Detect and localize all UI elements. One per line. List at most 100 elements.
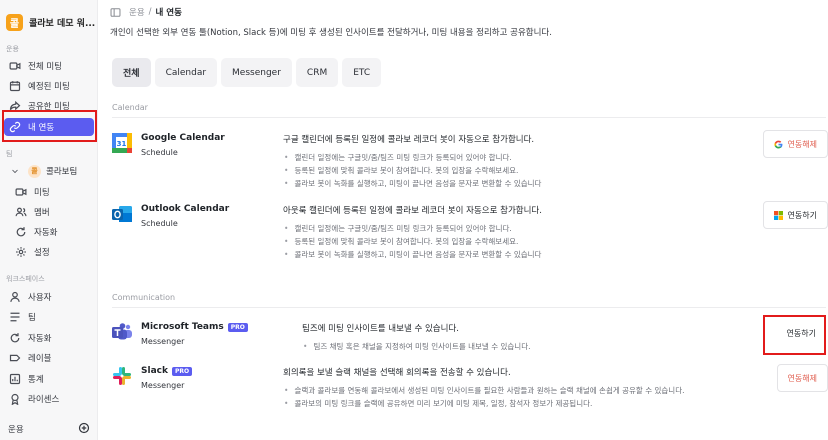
sidebar-item-all-meetings[interactable]: 전체 미팅 (4, 57, 94, 75)
google-calendar-icon: 31 (112, 133, 132, 153)
bullet: 팀즈 채팅 혹은 채널을 지정하여 미팅 인사이트를 내보낼 수 있습니다. (302, 340, 772, 353)
bullet: 등록된 일정에 맞춰 콜라보 봇이 참여합니다. 봇의 입장을 수락해보세요. (283, 235, 753, 248)
outlook-connect-button[interactable]: 연동하기 (762, 201, 828, 229)
users-icon (14, 205, 28, 219)
category-label-communication: Communication (112, 293, 176, 302)
workspace-logo: 콜 (6, 13, 23, 31)
sidebar-item-label: 사용자 (28, 293, 52, 303)
slack-icon (113, 367, 131, 385)
tab-crm[interactable]: CRM (295, 58, 339, 87)
add-circle-icon[interactable] (78, 422, 90, 437)
integration-info: 회의록을 보낼 슬랙 채널을 선택해 회의록을 전송할 수 있습니다. 슬랙과 … (283, 366, 753, 410)
app-name-text: Microsoft Teams (141, 322, 224, 332)
video-icon (8, 59, 22, 73)
refresh-icon (14, 225, 28, 239)
sidebar-item-license[interactable]: 라이센스 (4, 390, 94, 408)
bullet: 콜라보 봇이 녹화를 실행하고, 미팅이 끝나면 음성을 문자로 변환할 수 있… (283, 177, 753, 190)
sidebar-toggle-icon[interactable] (110, 7, 121, 18)
tab-messenger[interactable]: Messenger (221, 58, 292, 87)
button-label: 연동하기 (787, 210, 817, 220)
integration-bullets: 캘린더 일정에는 구글밋/줌/팀즈 미팅 링크가 등록되어 있어야 합니다. 등… (283, 151, 753, 190)
workspace-name: 콜라보 데모 워... (29, 18, 96, 29)
svg-text:31: 31 (117, 140, 127, 148)
sidebar: 콜 콜라보 데모 워... 운용 전체 미팅 예정된 미팅 공유한 미팅 내 연… (0, 0, 98, 440)
sidebar-item-stats[interactable]: 통계 (4, 370, 94, 388)
integration-bullets: 팀즈 채팅 혹은 채널을 지정하여 미팅 인사이트를 내보낼 수 있습니다. (302, 340, 772, 353)
app-name: Outlook Calendar (141, 204, 230, 214)
google-icon (773, 140, 783, 149)
integration-title: 아웃룩 캘린더에 등록된 일정에 콜라보 레코더 봇이 자동으로 참가합니다. (283, 206, 542, 216)
highlight-box (763, 315, 826, 355)
app-name: Google Calendar (141, 133, 225, 143)
microsoft-teams-icon (112, 323, 132, 340)
integration-info: 구글 캘린더에 등록된 일정에 콜라보 레코더 봇이 자동으로 참가합니다. 캘… (283, 133, 753, 190)
sidebar-item-automation[interactable]: 자동화 (4, 329, 94, 347)
user-icon (8, 290, 22, 304)
gear-icon (14, 245, 28, 259)
sidebar-item-label: 전체 미팅 (28, 62, 62, 72)
team-icon (8, 310, 22, 324)
pro-badge: PRO (171, 366, 193, 376)
integration-microsoft-teams: Microsoft Teams PRO Messenger 팀즈에 미팅 인사이… (112, 319, 828, 353)
button-label: 연동해제 (787, 373, 817, 383)
sidebar-item-labels[interactable]: 레이블 (4, 349, 94, 367)
sidebar-item-label: 자동화 (34, 228, 58, 238)
sidebar-item-label: 라이센스 (28, 395, 60, 405)
app-name-text: Slack (141, 366, 168, 376)
sidebar-item-label: 레이블 (28, 354, 52, 364)
button-label: 연동해제 (787, 139, 817, 149)
breadcrumb-parent[interactable]: 운용 (129, 6, 145, 18)
breadcrumb: 운용 / 내 연동 (110, 6, 182, 18)
sidebar-item-team-automation[interactable]: 자동화 (10, 223, 94, 241)
sidebar-item-label: 예정된 미팅 (28, 82, 70, 92)
sidebar-item-team-members[interactable]: 멤버 (10, 203, 94, 221)
bullet: 콜라보 봇이 녹화를 실행하고, 미팅이 끝나면 음성을 문자로 변환할 수 있… (283, 248, 753, 261)
sidebar-footer[interactable]: 운용 (0, 418, 98, 440)
pro-badge: PRO (227, 322, 248, 332)
app-name: Slack PRO (141, 366, 193, 376)
label-icon (8, 351, 22, 365)
section-label-workspace: 워크스페이스 (6, 275, 45, 283)
bullet: 캘린더 일정에는 구글밋/줌/팀즈 미팅 링크가 등록되어 있어야 합니다. (283, 151, 753, 164)
workspace-switcher[interactable]: 콜 콜라보 데모 워... (6, 12, 96, 32)
google-disconnect-button[interactable]: 연동해제 (762, 130, 828, 158)
app-type: Messenger (141, 337, 185, 346)
sidebar-item-label: 통계 (28, 375, 44, 385)
integration-google-calendar: 31 Google Calendar Schedule 구글 캘린더에 등록된 … (112, 130, 828, 193)
chevron-down-icon (8, 164, 22, 178)
sidebar-item-users[interactable]: 사용자 (4, 288, 94, 306)
bullet: 콜라보의 미팅 링크를 슬랙에 공유하면 미리 보기에 미팅 제목, 일정, 참… (283, 397, 753, 410)
sidebar-item-label: 미팅 (34, 188, 50, 198)
sidebar-item-label: 설정 (34, 248, 50, 258)
refresh-icon (8, 331, 22, 345)
sidebar-item-upcoming-meetings[interactable]: 예정된 미팅 (4, 77, 94, 95)
divider (112, 307, 826, 308)
category-tabs: 전체 Calendar Messenger CRM ETC (112, 58, 382, 87)
integration-slack: Slack PRO Messenger 회의록을 보낼 슬랙 채널을 선택해 회… (112, 364, 828, 408)
category-label-calendar: Calendar (112, 103, 148, 112)
section-label-usage: 운용 (6, 45, 19, 53)
sidebar-item-label: 멤버 (34, 208, 50, 218)
integration-info: 팀즈에 미팅 인사이트를 내보낼 수 있습니다. 팀즈 채팅 혹은 채널을 지정… (302, 322, 772, 353)
sidebar-item-label: 자동화 (28, 334, 52, 344)
app-type: Schedule (141, 219, 178, 228)
team-selector[interactable]: 콜 콜라보팀 (4, 162, 94, 180)
bullet: 슬랙과 콜라보를 연동해 콜라보에서 생성된 미팅 인사이트를 필요한 사람들과… (283, 384, 753, 397)
footer-label: 운용 (8, 425, 24, 435)
integration-title: 회의록을 보낼 슬랙 채널을 선택해 회의록을 전송할 수 있습니다. (283, 368, 511, 378)
app-type: Schedule (141, 148, 178, 157)
tab-calendar[interactable]: Calendar (154, 58, 218, 87)
integration-bullets: 슬랙과 콜라보를 연동해 콜라보에서 생성된 미팅 인사이트를 필요한 사람들과… (283, 384, 753, 410)
bullet: 캘린더 일정에는 구글밋/줌/팀즈 미팅 링크가 등록되어 있어야 합니다. (283, 222, 753, 235)
breadcrumb-separator: / (148, 7, 152, 17)
sidebar-item-team-settings[interactable]: 설정 (10, 243, 94, 261)
team-avatar: 콜 (28, 164, 41, 178)
bullet: 등록된 일정에 맞춰 콜라보 봇이 참여합니다. 봇의 입장을 수락해보세요. (283, 164, 753, 177)
video-icon (14, 185, 28, 199)
sidebar-item-teams[interactable]: 팀 (4, 308, 94, 326)
tab-etc[interactable]: ETC (342, 58, 382, 87)
slack-disconnect-button[interactable]: 연동해제 (776, 364, 828, 392)
tab-all[interactable]: 전체 (112, 58, 151, 87)
sidebar-item-label: 팀 (28, 313, 36, 323)
sidebar-item-team-meetings[interactable]: 미팅 (10, 183, 94, 201)
